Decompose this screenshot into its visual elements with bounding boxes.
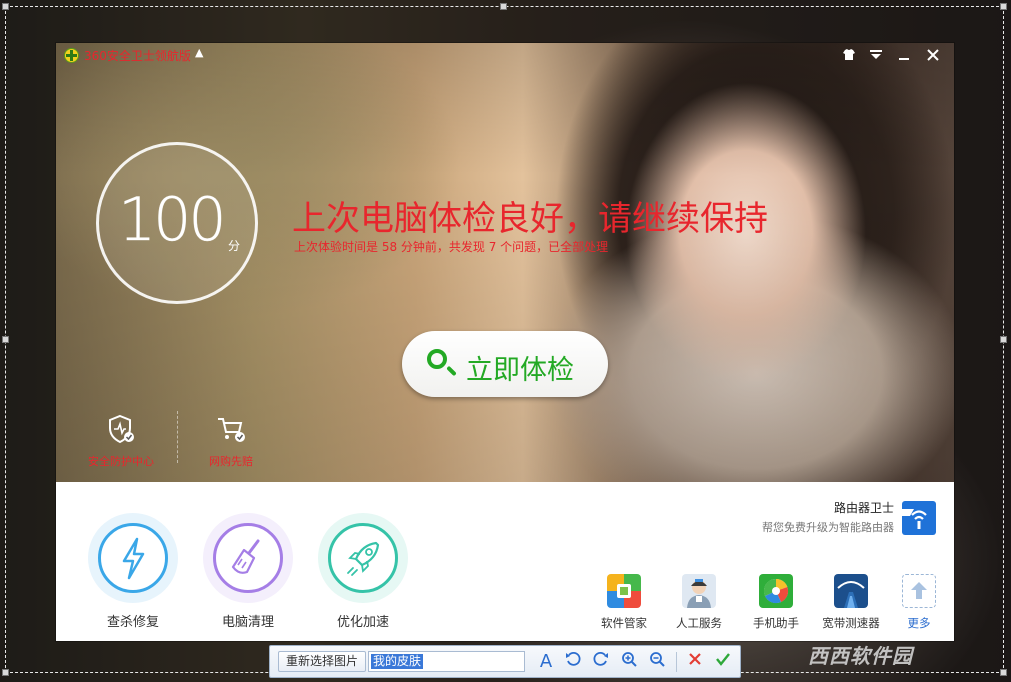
pc-cleanup-label: 电脑清理	[221, 615, 274, 630]
cart-icon	[218, 418, 245, 442]
capture-toolbar: 重新选择图片 我的皮肤 A	[269, 645, 741, 678]
check-now-button[interactable]: 立即体检	[402, 331, 608, 397]
security-center-button[interactable]: 安全防护中心	[71, 413, 171, 469]
reselect-image-button[interactable]: 重新选择图片	[278, 651, 367, 672]
speed-test-button[interactable]: 宽带测速器	[815, 574, 887, 631]
shopping-compensation-button[interactable]: 网购先赔	[181, 413, 281, 469]
resize-handle-top-left[interactable]	[2, 3, 9, 10]
speed-test-label: 宽带测速器	[822, 616, 880, 630]
rocket-icon	[347, 541, 380, 576]
resize-handle-bottom-right[interactable]	[1000, 669, 1007, 676]
router-guard-subtitle: 帮您免费升级为智能路由器	[762, 521, 894, 534]
security-center-label: 安全防护中心	[88, 455, 154, 468]
check-now-label: 立即体检	[466, 355, 574, 386]
virus-scan-repair-button[interactable]: 查杀修复	[85, 513, 181, 633]
optimize-speedup-label: 优化加速	[336, 615, 389, 630]
toolbar-separator	[676, 652, 677, 672]
app-title: 360安全卫士领航版	[84, 49, 191, 63]
resize-handle-left[interactable]	[2, 336, 9, 343]
skin-name-value: 我的皮肤	[371, 654, 424, 669]
app-window: 360安全卫士领航版 ▲ 100 分 上次电脑体检良好，请继续保持 上次体验时间…	[56, 43, 954, 641]
shopping-compensation-label: 网购先赔	[209, 455, 253, 468]
virus-scan-repair-label: 查杀修复	[106, 615, 159, 630]
cancel-icon[interactable]	[684, 651, 706, 673]
rotate-left-icon[interactable]	[562, 651, 584, 673]
upgrade-arrow-icon[interactable]: ▲	[195, 46, 203, 59]
close-icon[interactable]	[923, 45, 943, 65]
software-manager-button[interactable]: 软件管家	[588, 574, 660, 631]
site-watermark: 西西软件园	[808, 644, 913, 668]
more-icon	[902, 574, 936, 608]
score-unit: 分	[228, 239, 241, 253]
customer-service-button[interactable]: 人工服务	[663, 574, 735, 631]
more-label: 更多	[907, 616, 931, 630]
resize-handle-top[interactable]	[500, 3, 507, 10]
customer-service-icon	[682, 574, 716, 608]
lightning-icon	[122, 537, 145, 580]
resize-handle-right[interactable]	[1000, 336, 1007, 343]
menu-icon[interactable]	[866, 45, 886, 65]
hero-tools-divider	[177, 411, 178, 463]
pc-cleanup-button[interactable]: 电脑清理	[200, 513, 296, 633]
feature-panel: 查杀修复 电脑清理 优化加速 路由器卫士 帮您免费升级为智能路由器 软件管家 人…	[56, 482, 954, 641]
resize-handle-top-right[interactable]	[1000, 3, 1007, 10]
resize-handle-bottom-left[interactable]	[2, 669, 9, 676]
app-logo-icon	[64, 48, 79, 63]
status-title: 上次电脑体检良好，请继续保持	[292, 199, 768, 239]
phone-assistant-button[interactable]: 手机助手	[740, 574, 812, 631]
speed-test-icon	[834, 574, 868, 608]
minimize-icon[interactable]	[894, 45, 914, 65]
shirt-icon[interactable]	[839, 45, 859, 65]
phone-assistant-label: 手机助手	[753, 616, 799, 630]
zoom-out-icon[interactable]	[646, 651, 668, 673]
wifi-router-icon[interactable]	[902, 501, 936, 535]
health-score: 100	[118, 185, 227, 256]
zoom-in-icon[interactable]	[618, 651, 640, 673]
confirm-icon[interactable]	[712, 651, 734, 673]
status-detail: 上次体验时间是 58 分钟前，共发现 7 个问题，已全部处理	[294, 240, 609, 254]
rotate-right-icon[interactable]	[590, 651, 612, 673]
broom-icon	[231, 539, 260, 574]
phone-assistant-icon	[759, 574, 793, 608]
shield-icon	[109, 414, 134, 444]
customer-service-label: 人工服务	[676, 616, 722, 630]
software-manager-label: 软件管家	[601, 616, 647, 630]
software-manager-icon	[607, 574, 641, 608]
more-button[interactable]: 更多	[883, 574, 954, 631]
optimize-speedup-button[interactable]: 优化加速	[315, 513, 411, 633]
search-icon	[427, 349, 447, 369]
text-icon[interactable]: A	[535, 651, 557, 673]
router-guard-title[interactable]: 路由器卫士	[834, 499, 894, 516]
